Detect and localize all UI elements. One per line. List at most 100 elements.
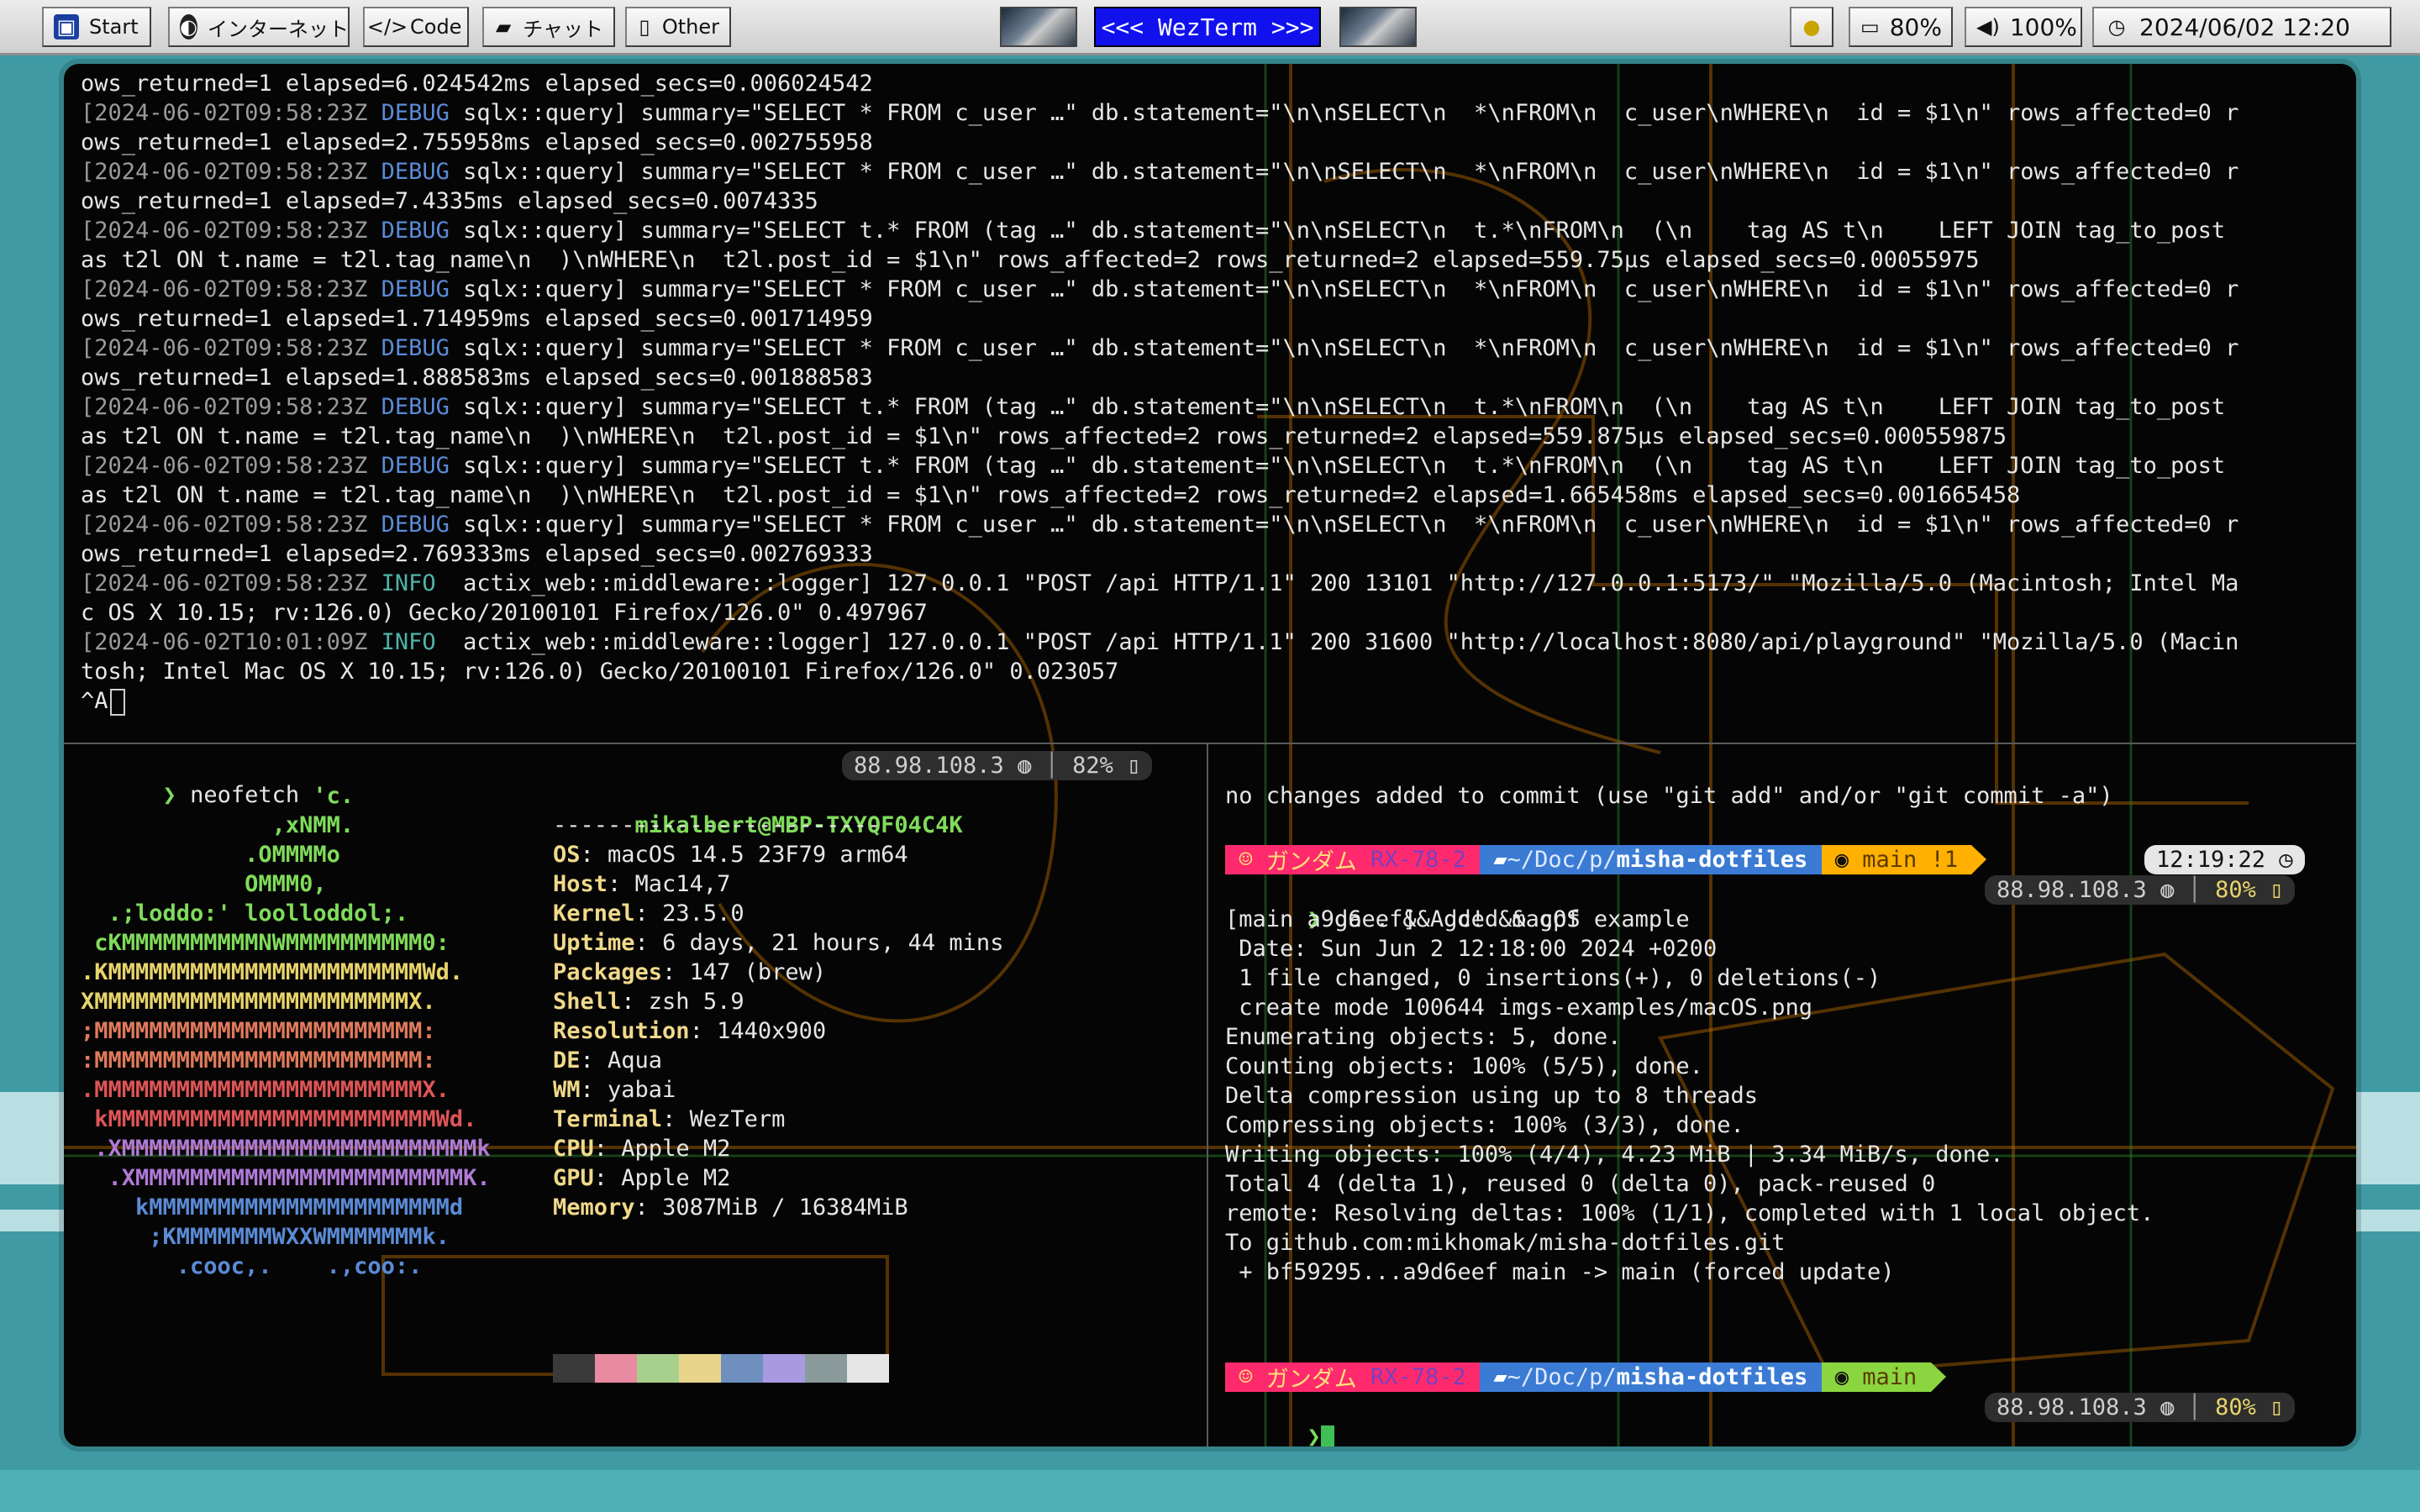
logo-line: .;loddo:' loolloddol;. bbox=[81, 900, 409, 927]
info-key: GPU bbox=[553, 1165, 594, 1191]
battery-icon: ▯ bbox=[2255, 1394, 2284, 1420]
palette-swatch bbox=[637, 1354, 679, 1383]
palette-swatch bbox=[553, 1354, 595, 1383]
host-jp: ガンダム bbox=[1265, 845, 1371, 875]
log-timestamp: [2024-06-02T09:58:23Z bbox=[81, 218, 381, 244]
repo-name: misha-dotfiles bbox=[1616, 845, 1822, 874]
trash-icon: ▯ bbox=[639, 15, 650, 39]
logo-line: kMMMMMMMMMMMMMMMMMMMMMMd bbox=[81, 1194, 464, 1221]
chat-button[interactable]: ▰ チャット bbox=[482, 7, 615, 47]
code-button[interactable]: </> Code bbox=[363, 7, 469, 47]
log-timestamp: [2024-06-02T09:58:23Z bbox=[81, 570, 381, 596]
log-level: DEBUG bbox=[381, 100, 450, 126]
log-timestamp: [2024-06-02T10:01:09Z bbox=[81, 629, 381, 655]
git-output-line: 1 file changed, 0 insertions(+), 0 delet… bbox=[1225, 965, 1881, 991]
ip-text: 88.98.108.3 bbox=[1996, 877, 2147, 903]
info-row: CPU: Apple M2 bbox=[553, 1134, 730, 1163]
start-button[interactable]: ▣ Start bbox=[42, 7, 151, 47]
window-thumbnail-right[interactable] bbox=[1339, 7, 1417, 47]
git-output-line: Counting objects: 100% (5/5), done. bbox=[1225, 1053, 1703, 1079]
log-message: actix_web::middleware::logger] 127.0.0.1… bbox=[449, 629, 2239, 655]
right-status-chip: 88.98.108.3 ◍ │ 80% ▯ bbox=[1985, 875, 2296, 905]
info-colon: : bbox=[593, 1136, 622, 1162]
battery-icon: ▯ bbox=[2255, 877, 2284, 903]
info-colon: : bbox=[634, 1194, 663, 1221]
log-level: DEBUG bbox=[381, 159, 450, 185]
log-level: DEBUG bbox=[381, 512, 450, 538]
text-cursor bbox=[109, 688, 125, 716]
wezterm-window[interactable]: ows_returned=1 elapsed=6.024542ms elapse… bbox=[64, 64, 2356, 1446]
log-line: [2024-06-02T10:01:09Z INFO actix_web::mi… bbox=[81, 627, 2238, 657]
log-message: sqlx::query] summary="SELECT * FROM c_us… bbox=[449, 159, 2239, 185]
log-line: [2024-06-02T09:58:23Z DEBUG sqlx::query]… bbox=[81, 451, 2225, 480]
internet-button[interactable]: ◐ インターネット bbox=[168, 7, 350, 47]
info-row: DE: Aqua bbox=[553, 1046, 662, 1075]
github-icon: ◉ bbox=[1821, 845, 1863, 874]
log-level: DEBUG bbox=[381, 335, 450, 361]
folder-icon: ▰ bbox=[1480, 845, 1507, 874]
log-line: [2024-06-02T09:58:23Z DEBUG sqlx::query]… bbox=[81, 157, 2238, 186]
info-colon: : bbox=[593, 1165, 622, 1191]
input-line[interactable]: ❯ bbox=[1225, 1393, 1334, 1446]
log-level: DEBUG bbox=[381, 218, 450, 244]
prompt-chevron-icon: ❯ bbox=[1307, 1424, 1321, 1446]
log-line: ows_returned=1 elapsed=1.888583ms elapse… bbox=[81, 365, 873, 391]
info-key: Packages bbox=[553, 959, 663, 985]
ip-text: 88.98.108.3 bbox=[1996, 1394, 2147, 1420]
path-prefix: ~/Doc/p/ bbox=[1507, 845, 1617, 874]
info-key: OS bbox=[553, 842, 581, 868]
other-button[interactable]: ▯ Other bbox=[625, 7, 731, 47]
log-line: ows_returned=1 elapsed=2.769333ms elapse… bbox=[81, 541, 873, 567]
code-label: Code bbox=[410, 15, 462, 39]
log-level: INFO bbox=[381, 570, 450, 596]
left-pane[interactable]: ❯ neofetch 88.98.108.3 ◍ │ 82% ▯ 'c. ,xN… bbox=[64, 744, 1207, 1446]
info-value: 6 days, 21 hours, 44 mins bbox=[662, 930, 1004, 956]
log-timestamp: [2024-06-02T09:58:23Z bbox=[81, 512, 381, 538]
log-line: ows_returned=1 elapsed=1.714959ms elapse… bbox=[81, 306, 873, 332]
info-key: WM bbox=[553, 1077, 581, 1103]
palette-swatch bbox=[763, 1354, 805, 1383]
git-output-line: [main a9d6eef] Added macOS example bbox=[1225, 906, 1690, 932]
log-timestamp: [2024-06-02T09:58:23Z bbox=[81, 159, 381, 185]
info-row: Resolution: 1440x900 bbox=[553, 1016, 826, 1046]
log-line: tosh; Intel Mac OS X 10.15; rv:126.0) Ge… bbox=[81, 659, 1119, 685]
palette-swatch bbox=[679, 1354, 721, 1383]
log-timestamp: [2024-06-02T09:58:23Z bbox=[81, 276, 381, 302]
log-message: sqlx::query] summary="SELECT * FROM c_us… bbox=[449, 100, 2239, 126]
log-level: DEBUG bbox=[381, 276, 450, 302]
model-text: RX-78-2 bbox=[1370, 1362, 1481, 1392]
window-thumbnail-left[interactable] bbox=[1000, 7, 1077, 47]
palette-swatch bbox=[847, 1354, 889, 1383]
info-row: Kernel: 23.5.0 bbox=[553, 899, 744, 928]
info-row: Memory: 3087MiB / 16384MiB bbox=[553, 1193, 908, 1222]
info-colon: : bbox=[689, 1018, 718, 1044]
battery-icon: ▯ bbox=[1113, 753, 1141, 779]
clock-status[interactable]: ◷ 2024/06/02 12:20 bbox=[2092, 7, 2391, 47]
info-row: Host: Mac14,7 bbox=[553, 869, 730, 899]
other-label: Other bbox=[661, 15, 719, 39]
active-window-title[interactable]: <<< WezTerm >>> bbox=[1094, 7, 1321, 47]
info-row: Terminal: WezTerm bbox=[553, 1105, 785, 1134]
logo-line: cKMMMMMMMMMMNWMMMMMMMMMM0: bbox=[81, 930, 450, 956]
log-timestamp: [2024-06-02T09:58:23Z bbox=[81, 453, 381, 479]
log-message: sqlx::query] summary="SELECT * FROM c_us… bbox=[449, 512, 2239, 538]
info-value: yabai bbox=[608, 1077, 676, 1103]
time-chip: 12:19:22 ◷ bbox=[2144, 845, 2305, 874]
info-key: Shell bbox=[553, 989, 622, 1015]
log-line: ows_returned=1 elapsed=6.024542ms elapse… bbox=[81, 71, 873, 97]
right-pane[interactable]: no changes added to commit (use "git add… bbox=[1208, 744, 2356, 1446]
powerline-arrow bbox=[1930, 1362, 1946, 1392]
logo-line: .OMMMMo bbox=[81, 842, 340, 868]
log-timestamp: [2024-06-02T09:58:23Z bbox=[81, 394, 381, 420]
git-output-line: Compressing objects: 100% (3/3), done. bbox=[1225, 1112, 1744, 1138]
info-colon: : bbox=[580, 842, 608, 868]
volume-status[interactable]: ◀) 100% bbox=[1965, 7, 2082, 47]
palette-swatch bbox=[595, 1354, 637, 1383]
logo-line: kMMMMMMMMMMMMMMMMMMMMMMMMWd. bbox=[81, 1106, 477, 1132]
spotify-button[interactable]: ● bbox=[1790, 7, 1833, 47]
folder-icon: ▰ bbox=[1480, 1362, 1507, 1392]
git-status-msg: no changes added to commit (use "git add… bbox=[1225, 783, 2113, 809]
battery-status[interactable]: ▭ 80% bbox=[1849, 7, 1953, 47]
clock-icon: ◷ bbox=[2265, 847, 2293, 873]
code-icon: </> bbox=[366, 15, 408, 39]
